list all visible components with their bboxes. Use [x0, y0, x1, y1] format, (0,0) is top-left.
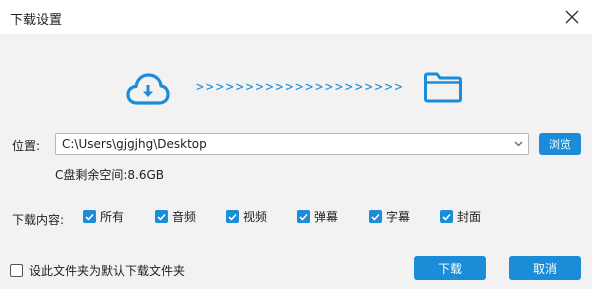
location-label: 位置:	[12, 139, 41, 153]
option-subtitle[interactable]: 字幕	[369, 208, 410, 225]
option-label: 视频	[243, 210, 268, 224]
option-label: 音频	[172, 210, 197, 224]
checkmark-icon	[299, 213, 308, 221]
default-folder-label: 设此文件夹为默认下载文件夹	[29, 264, 186, 278]
download-button[interactable]: 下载	[414, 256, 486, 280]
option-label: 所有	[100, 210, 125, 224]
cancel-button[interactable]: 取消	[509, 256, 581, 280]
checkmark-icon	[442, 213, 451, 221]
option-video[interactable]: 视频	[226, 208, 267, 225]
option-label: 字幕	[386, 210, 411, 224]
checkmark-icon	[85, 213, 94, 221]
cloud-download-icon	[126, 73, 170, 105]
checkmark-icon	[157, 213, 166, 221]
transfer-arrows: >>>>>>>>>>>>>>>>>>>>>	[196, 80, 405, 95]
checkbox-checked[interactable]	[226, 210, 239, 223]
checkbox-unchecked[interactable]	[10, 264, 23, 277]
checkbox-checked[interactable]	[369, 210, 382, 223]
checkbox-checked[interactable]	[155, 210, 168, 223]
checkbox-checked[interactable]	[440, 210, 453, 223]
checkmark-icon	[371, 213, 380, 221]
option-audio[interactable]: 音频	[155, 208, 196, 225]
checkmark-icon	[228, 213, 237, 221]
chevron-down-icon	[514, 141, 523, 147]
download-content-label: 下载内容:	[12, 213, 65, 227]
option-label: 封面	[457, 210, 482, 224]
option-label: 弹幕	[314, 210, 339, 224]
browse-button[interactable]: 浏览	[539, 133, 581, 155]
download-path-select[interactable]: C:\Users\gjgjhg\Desktop	[55, 133, 529, 155]
default-folder-option[interactable]: 设此文件夹为默认下载文件夹	[10, 262, 185, 279]
close-icon	[565, 10, 579, 24]
option-danmaku[interactable]: 弹幕	[297, 208, 338, 225]
download-path-value: C:\Users\gjgjhg\Desktop	[62, 137, 207, 151]
checkbox-checked[interactable]	[83, 210, 96, 223]
window-title: 下载设置	[10, 13, 63, 28]
folder-icon	[424, 72, 462, 103]
dialog-body	[0, 34, 592, 289]
free-space-info: C盘剩余空间:8.6GB	[55, 168, 165, 182]
option-cover[interactable]: 封面	[440, 208, 481, 225]
option-all[interactable]: 所有	[83, 208, 124, 225]
close-button[interactable]	[560, 5, 584, 29]
title-bar: 下载设置	[0, 0, 592, 34]
checkbox-checked[interactable]	[297, 210, 310, 223]
